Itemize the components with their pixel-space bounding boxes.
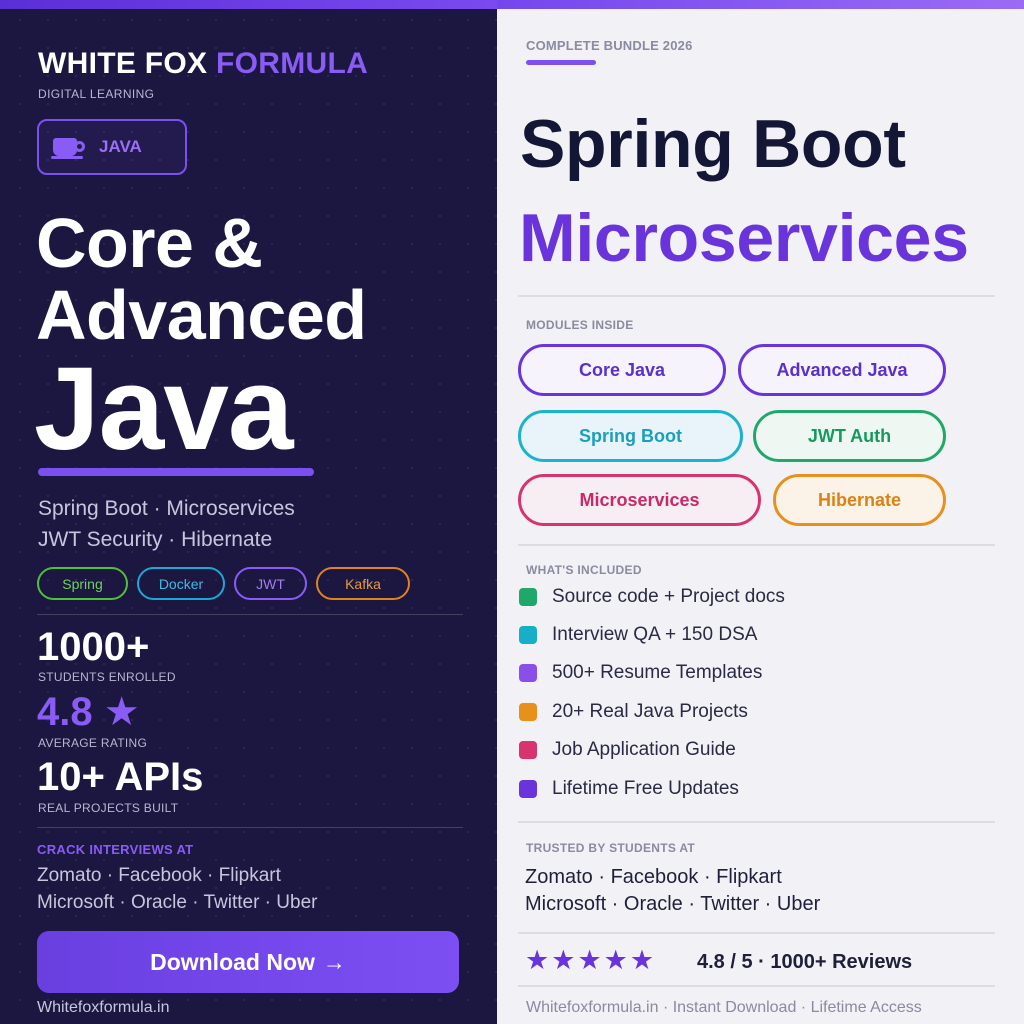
included-item-text: Interview QA + 150 DSA (552, 624, 758, 645)
left-divider (37, 614, 463, 615)
footer-text: Whitefoxformula.in · Instant Download · … (526, 999, 922, 1016)
java-badge-label: JAVA (99, 137, 142, 156)
brand-name: WHITE FOX FORMULA (38, 47, 368, 81)
arrow-right-icon: → (322, 948, 346, 975)
right-divider (518, 932, 995, 934)
rating-text: 4.8 / 5 · 1000+ Reviews (697, 951, 913, 973)
pink-square-icon (519, 741, 537, 759)
module-pill-hibernate: Hibernate (773, 474, 946, 526)
included-item-text: Job Application Guide (552, 739, 736, 760)
tag-spring: Spring (37, 567, 128, 600)
module-pill-advanced-java: Advanced Java (738, 344, 946, 396)
included-item-text: Lifetime Free Updates (552, 778, 739, 799)
right-top-accent-bar (497, 0, 1024, 9)
tag-kafka: Kafka (316, 567, 410, 600)
stat-rating-value: 4.8 ★ (37, 690, 140, 734)
stat-apis-value: 10+ APIs (37, 755, 204, 799)
module-pill-core-java: Core Java (518, 344, 726, 396)
included-item: Lifetime Free Updates (519, 778, 739, 800)
website-link[interactable]: Whitefoxformula.in (37, 999, 170, 1017)
left-divider (37, 827, 463, 828)
java-badge: JAVA (37, 119, 187, 175)
coffee-cup-icon (51, 136, 87, 159)
tag-jwt: JWT (234, 567, 307, 600)
right-headline-line-1: Spring Boot (520, 106, 906, 182)
module-pill-jwt-auth: JWT Auth (753, 410, 946, 462)
included-item-text: 500+ Resume Templates (552, 662, 763, 683)
subtitle-line-1: Spring Boot · Microservices (38, 497, 295, 520)
modules-title: MODULES INSIDE (526, 318, 634, 332)
tag-docker: Docker (137, 567, 225, 600)
included-title: WHAT'S INCLUDED (526, 563, 642, 577)
stat-rating-label: AVERAGE RATING (38, 736, 148, 750)
headline-line-1: Core & (36, 204, 263, 282)
subtitle-line-2: JWT Security · Hibernate (38, 528, 273, 551)
bundle-underline (526, 60, 596, 65)
star-icon: ★ (525, 945, 550, 975)
right-divider (518, 821, 995, 823)
trusted-title: TRUSTED BY STUDENTS AT (526, 841, 696, 855)
bundle-label: COMPLETE BUNDLE 2026 (526, 38, 693, 53)
included-item-text: 20+ Real Java Projects (552, 701, 748, 722)
headline-line-3: Java (34, 343, 294, 475)
right-panel: COMPLETE BUNDLE 2026 Spring Boot Microse… (497, 0, 1024, 1024)
included-item: 500+ Resume Templates (519, 662, 762, 684)
right-divider (518, 985, 995, 987)
included-item: Interview QA + 150 DSA (519, 624, 757, 646)
left-top-accent-bar (0, 0, 497, 9)
included-item: Source code + Project docs (519, 586, 785, 608)
brand-name-part1: WHITE FOX (38, 47, 208, 80)
green-square-icon (519, 588, 537, 606)
stat-students-label: STUDENTS ENROLLED (38, 670, 176, 684)
star-icon: ★ (603, 945, 628, 975)
right-divider (518, 544, 995, 546)
included-item: Job Application Guide (519, 739, 736, 761)
stat-apis-label: REAL PROJECTS BUILT (38, 801, 179, 815)
right-divider (518, 295, 995, 297)
download-now-label: Download Now (150, 948, 315, 975)
module-pill-spring-boot: Spring Boot (518, 410, 743, 462)
included-item-text: Source code + Project docs (552, 586, 785, 607)
stat-students-value: 1000+ (37, 625, 150, 669)
crack-interviews-title: CRACK INTERVIEWS AT (37, 842, 194, 857)
brand-name-part2: FORMULA (216, 47, 369, 80)
headline-line-2: Advanced (36, 276, 367, 354)
trusted-companies-line-1: Zomato · Facebook · Flipkart (525, 866, 782, 888)
cyan-square-icon (519, 626, 537, 644)
star-icon: ★ (551, 945, 576, 975)
download-now-button[interactable]: Download Now → (37, 931, 459, 993)
rating-stars: ★ ★ ★ ★ ★ (525, 947, 654, 974)
headline-underline (38, 468, 314, 476)
violet-square-icon (519, 780, 537, 798)
tech-tags: Spring Docker JWT Kafka (37, 567, 410, 600)
left-panel: WHITE FOX FORMULA DIGITAL LEARNING JAVA … (0, 0, 497, 1024)
star-icon: ★ (629, 945, 655, 975)
right-headline-line-2: Microservices (519, 200, 969, 276)
purple-square-icon (519, 664, 537, 682)
brand-subtitle: DIGITAL LEARNING (38, 87, 155, 101)
star-icon: ★ (577, 945, 602, 975)
crack-companies-line-1: Zomato · Facebook · Flipkart (37, 865, 281, 886)
trusted-companies-line-2: Microsoft · Oracle · Twitter · Uber (525, 893, 821, 915)
crack-companies-line-2: Microsoft · Oracle · Twitter · Uber (37, 892, 318, 913)
orange-square-icon (519, 703, 537, 721)
module-pill-microservices: Microservices (518, 474, 761, 526)
included-item: 20+ Real Java Projects (519, 701, 748, 723)
